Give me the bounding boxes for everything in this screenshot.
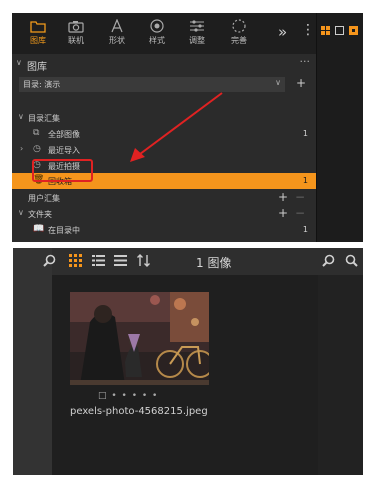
left-panel-edge xyxy=(13,248,52,475)
tree-count: 1 xyxy=(302,129,308,138)
viewer-area xyxy=(318,275,363,475)
photo-rating-dots[interactable]: □ • • • • • xyxy=(98,391,158,401)
zoom-icon[interactable] xyxy=(43,254,56,271)
chevron-right-icon: › xyxy=(20,144,24,153)
tree-in-catalog[interactable]: 📖 在目录中 1 xyxy=(12,222,316,238)
more-tools-icon[interactable]: » xyxy=(278,23,287,41)
add-folder-button[interactable]: + xyxy=(278,206,288,220)
library-sidebar: 图库 联机 形状 样式 调整 完善 » ⋮ ∨ 图库 ··· 目录: 演示 ∨ … xyxy=(12,13,316,242)
tool-tether[interactable]: 联机 xyxy=(58,16,94,52)
details-view-icon[interactable] xyxy=(114,254,127,271)
library-header[interactable]: ∨ 图库 ··· xyxy=(12,55,316,74)
tool-style[interactable]: 样式 xyxy=(139,16,175,52)
camera-icon xyxy=(68,21,84,33)
tool-refine-label: 完善 xyxy=(231,36,247,45)
sort-icon[interactable] xyxy=(137,254,150,271)
tree-label: 用户汇集 xyxy=(28,194,60,203)
tool-adjust-label: 调整 xyxy=(189,36,205,45)
tool-adjust[interactable]: 调整 xyxy=(179,16,215,52)
library-menu-icon[interactable]: ··· xyxy=(300,55,311,68)
compare-icon[interactable] xyxy=(349,20,358,35)
refine-icon xyxy=(232,19,246,33)
photo-filename: pexels-photo-4568215.jpeg xyxy=(70,406,208,417)
add-catalog-button[interactable]: + xyxy=(296,76,306,90)
tree-user-collections[interactable]: 用户汇集 + − xyxy=(12,190,316,206)
tool-library[interactable]: 图库 xyxy=(20,16,56,52)
tool-library-label: 图库 xyxy=(30,36,46,45)
tool-tether-label: 联机 xyxy=(68,36,84,45)
highlight-box xyxy=(32,159,93,182)
search-icon[interactable] xyxy=(345,254,358,271)
tool-style-label: 样式 xyxy=(149,36,165,45)
add-collection-button[interactable]: + xyxy=(278,190,288,204)
remove-collection-button[interactable]: − xyxy=(295,190,305,204)
more-options-icon[interactable]: ⋮ xyxy=(301,22,315,38)
remove-folder-button[interactable]: − xyxy=(295,206,305,220)
tool-shape-label: 形状 xyxy=(109,36,125,45)
tree-label: 目录汇集 xyxy=(28,114,60,123)
tree-count: 1 xyxy=(302,176,308,185)
chevron-down-icon: ∨ xyxy=(16,58,22,67)
tree-label: 在目录中 xyxy=(48,226,80,235)
browser-toolbar xyxy=(13,248,363,275)
folder-icon xyxy=(30,21,46,33)
tree-label: 全部图像 xyxy=(48,130,80,139)
single-view-icon[interactable] xyxy=(335,20,344,35)
adjust-icon xyxy=(190,20,204,32)
image-count-label: 1 图像 xyxy=(196,256,232,270)
chevron-down-icon: ∨ xyxy=(18,208,24,217)
library-title: 图库 xyxy=(27,62,47,73)
style-icon xyxy=(150,19,164,33)
chevron-down-icon: ∨ xyxy=(275,78,281,87)
annotation-arrow xyxy=(130,92,223,162)
right-dock xyxy=(316,13,363,242)
tool-refine[interactable]: 完善 xyxy=(221,16,257,52)
tree-count: 1 xyxy=(302,225,308,234)
tree-folders[interactable]: ∨ 文件夹 + − xyxy=(12,206,316,222)
shape-icon xyxy=(111,19,123,33)
library-panel-screenshot: 图库 联机 形状 样式 调整 完善 » ⋮ ∨ 图库 ··· 目录: 演示 ∨ … xyxy=(12,13,363,242)
catalog-dropdown-label: 目录: 演示 xyxy=(23,80,61,89)
grid-icon[interactable] xyxy=(321,20,330,35)
book-icon: 📖 xyxy=(33,224,45,234)
grid-view-icon[interactable] xyxy=(69,254,82,271)
list-view-icon[interactable] xyxy=(92,254,105,271)
module-toolbar: 图库 联机 形状 样式 调整 完善 » ⋮ xyxy=(12,13,316,54)
photo-thumbnail[interactable] xyxy=(70,292,209,385)
zoom-icon[interactable] xyxy=(322,254,335,271)
browser-panel-screenshot: 1 图像 □ • • • • • pexels-photo-4568215.jp… xyxy=(13,248,363,475)
tree-label: 最近导入 xyxy=(48,146,80,155)
tool-shape[interactable]: 形状 xyxy=(99,16,135,52)
tree-label: 文件夹 xyxy=(28,210,52,219)
chevron-down-icon: ∨ xyxy=(18,112,24,121)
images-icon: ⧉ xyxy=(33,128,40,138)
clock-icon: ◷ xyxy=(33,144,41,154)
